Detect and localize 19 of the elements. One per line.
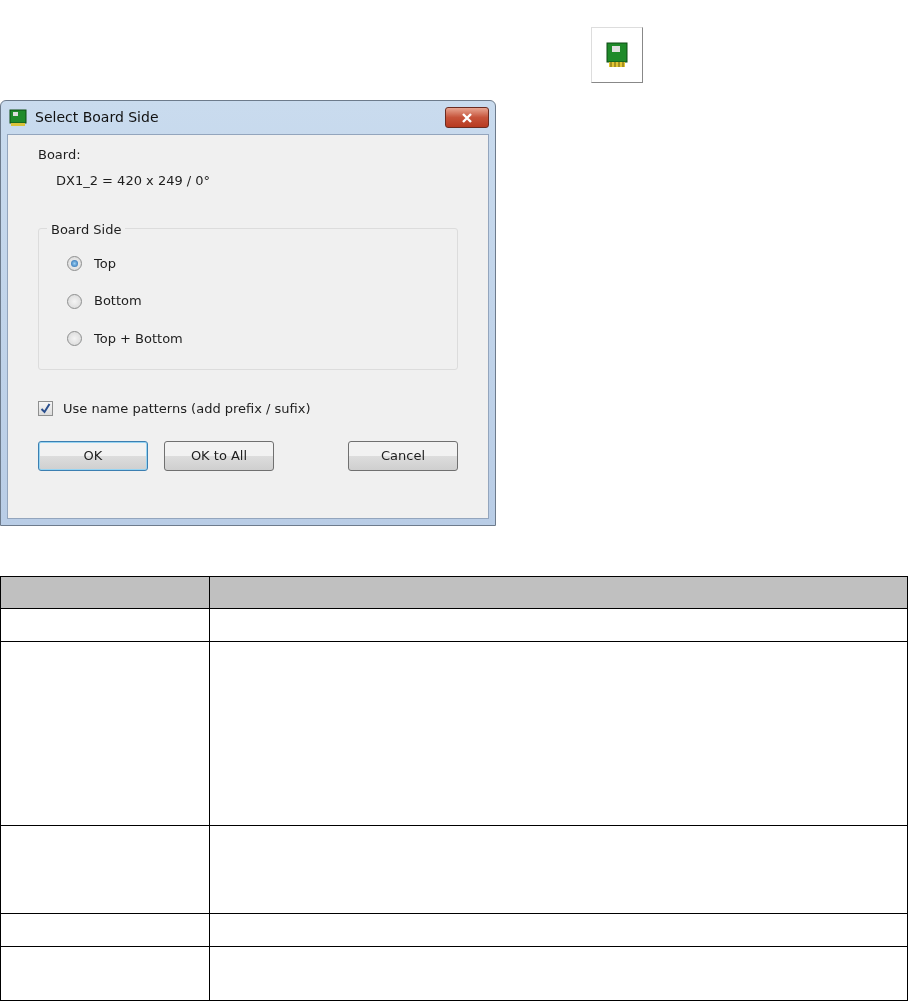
radio-label[interactable]: Top <box>94 253 116 274</box>
circuit-board-icon <box>606 42 628 68</box>
board-value: DX1_2 = 420 x 249 / 0° <box>56 172 211 188</box>
radio-button[interactable] <box>67 331 82 346</box>
window-title: Select Board Side <box>35 108 159 127</box>
dialog-button[interactable]: Cancel <box>348 440 458 471</box>
radio-button[interactable] <box>67 256 82 271</box>
radio-button[interactable] <box>67 293 82 309</box>
circuit-board-icon <box>9 108 27 127</box>
close-icon <box>461 112 473 123</box>
checkbox-label[interactable]: Use name patterns (add prefix / sufix) <box>63 399 311 419</box>
dialog-button[interactable]: OK <box>38 440 148 471</box>
close-button[interactable] <box>445 107 489 128</box>
toolbar-button[interactable] <box>591 27 643 83</box>
dialog-button[interactable]: OK to All <box>164 440 274 471</box>
board-label: Board: <box>38 146 82 164</box>
radio-label[interactable]: Top + Bottom <box>94 328 183 349</box>
radio-label[interactable]: Bottom <box>94 291 142 311</box>
checkbox[interactable] <box>38 401 53 417</box>
